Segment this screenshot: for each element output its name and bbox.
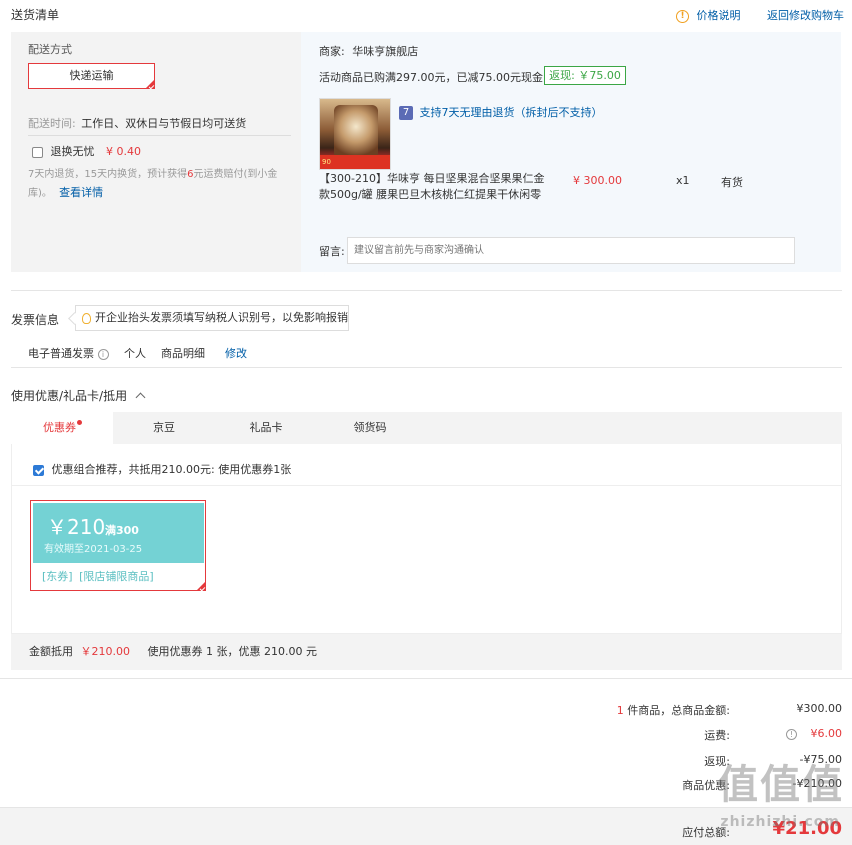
section-divider [11, 367, 842, 368]
product-image-badge: 90 [320, 155, 390, 169]
coupon-card[interactable]: ￥210 满300 有效期至2021-03-25 [东券] [限店铺限商品] [30, 500, 206, 591]
merchant-name[interactable]: 华味亨旗舰店 [352, 45, 418, 58]
help-icon[interactable]: i [97, 348, 109, 360]
see-detail-link[interactable]: 查看详情 [59, 186, 103, 199]
invoice-detail: 商品明细 [161, 347, 205, 360]
seven-day-return: 7 支持7天无理由退货（拆封后不支持） [399, 104, 603, 120]
ship-time: 配送时间: 工作日、双休日与节假日均可送货 [28, 117, 247, 130]
return-service-checkbox[interactable] [32, 146, 43, 158]
merchant: 商家: 华味亨旗舰店 [319, 45, 419, 58]
lightbulb-icon [82, 312, 91, 324]
tab-pickup-code[interactable]: 领货码 [317, 412, 423, 444]
watermark-logo: 值值值 [718, 762, 844, 808]
tab-coupon[interactable]: 优惠券 [11, 412, 113, 444]
freight-label: 运费: [704, 729, 730, 742]
section-divider [0, 678, 852, 679]
new-dot-icon [77, 420, 82, 425]
invoice-type: 电子普通发票 i [28, 345, 109, 361]
chevron-up-icon [135, 392, 146, 403]
jar-image [334, 105, 378, 159]
product-stock: 有货 [721, 176, 743, 189]
invoice-person: 个人 [124, 347, 146, 360]
price-info-link[interactable]: ! 价格说明 [676, 7, 741, 23]
coupon-section-toggle[interactable]: 使用优惠/礼品卡/抵用 [11, 387, 146, 404]
delivery-title: 送货清单 [11, 8, 60, 22]
ship-method-option[interactable]: 快递运输 [28, 63, 155, 89]
coupon-condition: 满300 [105, 524, 139, 537]
tab-jingdou[interactable]: 京豆 [113, 412, 215, 444]
message-input[interactable] [347, 237, 795, 264]
coupon-amount: ￥210 [47, 515, 106, 539]
coupon-tabs: 优惠券 京豆 礼品卡 领货码 [11, 412, 842, 444]
return-service-row[interactable]: 退换无忧 ¥ 0.40 [32, 143, 141, 159]
return-desc: 7天内退货，15天内换货，预计获得6元运费赔付(到小金 库)。 查看详情 [28, 169, 278, 199]
goods-count: 1 件商品，总商品金额: [616, 704, 730, 717]
coupon-expire: 有效期至2021-03-25 [44, 544, 143, 555]
watermark-domain: zhizhizhi.com [720, 814, 840, 830]
freight-value: ! ¥6.00 [786, 727, 842, 740]
seven-day-icon: 7 [399, 106, 413, 120]
invoice-modify-link[interactable]: 修改 [225, 345, 247, 361]
divider [12, 485, 841, 486]
ship-method-label: 配送方式 [28, 43, 72, 56]
product-image[interactable]: 90 [319, 98, 391, 170]
coupon-tags: [东券] [限店铺限商品] [42, 570, 154, 583]
help-icon[interactable]: ! [786, 728, 797, 740]
tab-giftcard[interactable]: 礼品卡 [215, 412, 317, 444]
recommend-checkbox[interactable] [33, 464, 44, 476]
section-divider [11, 290, 842, 291]
promo-text: 活动商品已购满297.00元，已减75.00元现金 [319, 71, 543, 84]
selected-check-icon [196, 581, 206, 591]
product-title[interactable]: 【300-210】华味亨 每日坚果混合坚果果仁金 款500g/罐 腰果巴旦木核桃… [319, 171, 559, 203]
coupon-top: ￥210 满300 有效期至2021-03-25 [33, 503, 204, 563]
rebate-badge: 返现: ￥75.00 [544, 66, 626, 85]
message-label: 留言: [319, 245, 345, 258]
back-to-cart-link[interactable]: 返回修改购物车 [767, 7, 844, 23]
info-icon: ! [676, 9, 689, 23]
goods-total: ¥300.00 [796, 702, 843, 715]
product-qty: x1 [676, 174, 690, 187]
invoice-tip: 开企业抬头发票须填写纳税人识别号，以免影响报销 [75, 305, 349, 331]
coupon-summary: 金额抵用 ￥210.00 使用优惠券 1 张，优惠 210.00 元 [11, 634, 842, 670]
divider [28, 135, 291, 136]
selected-check-icon [145, 79, 155, 89]
product-price: ¥ 300.00 [573, 174, 622, 187]
recommend-row[interactable]: 优惠组合推荐，共抵用210.00元: 使用优惠券1张 [33, 461, 291, 477]
invoice-title: 发票信息 [11, 313, 60, 327]
